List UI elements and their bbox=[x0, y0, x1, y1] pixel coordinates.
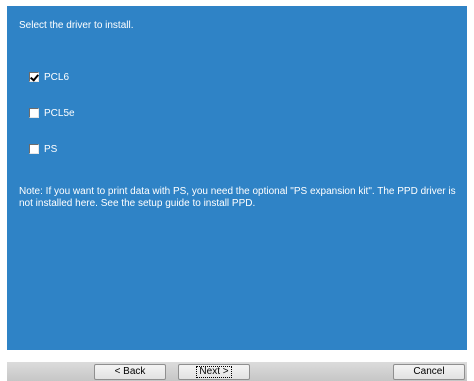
back-button[interactable]: < Back bbox=[94, 364, 166, 380]
option-pcl5e[interactable]: PCL5e bbox=[29, 106, 75, 120]
note-text: Note: If you want to print data with PS,… bbox=[19, 186, 456, 209]
checkbox-ps[interactable] bbox=[29, 144, 39, 154]
cancel-button[interactable]: Cancel bbox=[393, 364, 465, 380]
next-button-label: Next > bbox=[196, 366, 232, 378]
option-pcl6[interactable]: PCL6 bbox=[29, 70, 69, 84]
option-label-ps: PS bbox=[44, 143, 58, 155]
option-label-pcl5e: PCL5e bbox=[44, 107, 75, 119]
checkbox-pcl6[interactable] bbox=[29, 72, 39, 82]
instruction-text: Select the driver to install. bbox=[19, 20, 134, 31]
option-ps[interactable]: PS bbox=[29, 142, 57, 156]
driver-selection-panel: Select the driver to install. PCL6 PCL5e… bbox=[7, 6, 467, 350]
option-label-pcl6: PCL6 bbox=[44, 71, 70, 83]
next-button[interactable]: Next > bbox=[178, 364, 250, 380]
checkbox-pcl5e[interactable] bbox=[29, 108, 39, 118]
